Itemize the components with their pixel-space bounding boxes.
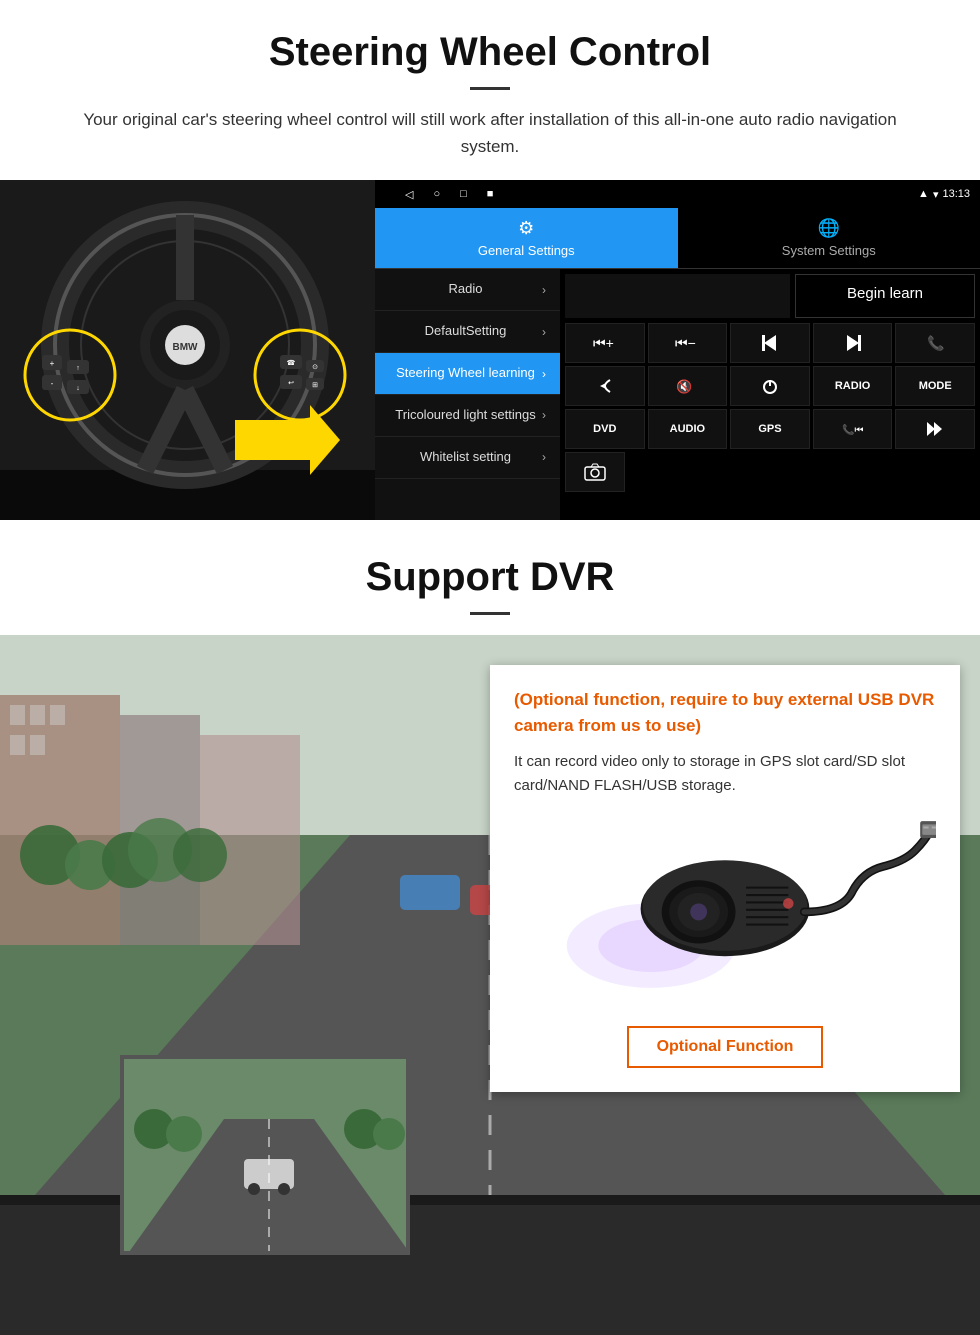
- page-title: Steering Wheel Control: [60, 30, 920, 75]
- svg-text:🔇: 🔇: [676, 379, 692, 394]
- globe-icon: 🌐: [818, 218, 840, 239]
- optional-text: (Optional function, require to buy exter…: [514, 687, 936, 738]
- placeholder-area: [565, 274, 790, 318]
- phone-prev-btn[interactable]: 📞⏮: [813, 409, 893, 449]
- signal-icon: ▲: [918, 188, 929, 200]
- android-panel: ◁ ○ □ ■ ▲ ▾ 13:13 ⚙ General Settings 🌐 S…: [375, 180, 980, 520]
- vol-up-btn[interactable]: ⏮+: [565, 323, 645, 363]
- prev-btn[interactable]: [730, 323, 810, 363]
- time-display: 13:13: [942, 188, 970, 200]
- menu-item-default-label: DefaultSetting: [389, 323, 542, 340]
- mode-btn[interactable]: MODE: [895, 366, 975, 406]
- gear-icon: ⚙: [518, 218, 534, 239]
- status-icons: ▲ ▾ 13:13: [918, 188, 970, 201]
- steering-section: BMW + - ↑ ↓ ☎ ↩ ⊙ ⊞: [0, 180, 980, 520]
- settings-menu: Radio › DefaultSetting › Steering Wheel …: [375, 269, 560, 520]
- menu-btn[interactable]: ■: [487, 188, 494, 200]
- menu-item-light[interactable]: Tricoloured light settings ›: [375, 395, 560, 437]
- begin-learn-button[interactable]: Begin learn: [795, 274, 975, 318]
- power-btn[interactable]: [730, 366, 810, 406]
- next-next-btn[interactable]: [895, 409, 975, 449]
- svg-text:BMW: BMW: [173, 342, 199, 353]
- dvr-section: Support DVR: [0, 520, 980, 1335]
- optional-btn-area: Optional Function: [514, 1014, 936, 1068]
- steering-wheel-image: BMW + - ↑ ↓ ☎ ↩ ⊙ ⊞: [0, 180, 375, 520]
- chevron-right-icon-3: ›: [542, 367, 546, 381]
- vol-down-btn[interactable]: ⏮−: [648, 323, 728, 363]
- menu-item-whitelist-label: Whitelist setting: [389, 449, 542, 466]
- home-btn[interactable]: ○: [433, 188, 440, 200]
- svg-text:⊞: ⊞: [312, 382, 318, 389]
- controls-row-1: ⏮+ ⏮− 📞: [565, 323, 975, 363]
- dvd-btn[interactable]: DVD: [565, 409, 645, 449]
- right-controls: Begin learn ⏮+ ⏮−: [560, 269, 980, 520]
- info-description: It can record video only to storage in G…: [514, 750, 936, 798]
- header-section: Steering Wheel Control Your original car…: [0, 0, 980, 180]
- phone-btn[interactable]: 📞: [895, 323, 975, 363]
- info-card: (Optional function, require to buy exter…: [490, 665, 960, 1092]
- tab-system-settings[interactable]: 🌐 System Settings: [678, 208, 980, 268]
- svg-text:↓: ↓: [76, 385, 80, 392]
- dvr-title-area: Support DVR: [0, 520, 980, 635]
- svg-text:-: -: [51, 379, 54, 388]
- nav-bar: ◁ ○ □ ■: [385, 180, 513, 208]
- audio-btn[interactable]: AUDIO: [648, 409, 728, 449]
- svg-text:⊙: ⊙: [312, 364, 318, 371]
- dvr-divider: [470, 612, 510, 615]
- svg-text:📞⏮: 📞⏮: [842, 423, 863, 436]
- chevron-right-icon-4: ›: [542, 408, 546, 422]
- chevron-right-icon: ›: [542, 283, 546, 297]
- menu-item-steering-label: Steering Wheel learning: [389, 365, 542, 382]
- tab-general-label: General Settings: [478, 243, 575, 258]
- menu-item-whitelist[interactable]: Whitelist setting ›: [375, 437, 560, 479]
- svg-text:⏮−: ⏮−: [675, 335, 696, 351]
- dvr-background: (Optional function, require to buy exter…: [0, 635, 980, 1335]
- optional-function-button[interactable]: Optional Function: [627, 1026, 824, 1068]
- tab-system-label: System Settings: [782, 243, 876, 258]
- title-divider: [470, 87, 510, 90]
- camera-btn[interactable]: [565, 452, 625, 492]
- back-btn[interactable]: ◁: [405, 188, 413, 201]
- menu-item-steering[interactable]: Steering Wheel learning ›: [375, 353, 560, 395]
- svg-text:↩: ↩: [288, 380, 294, 387]
- mute-btn[interactable]: 🔇: [648, 366, 728, 406]
- settings-tabs: ⚙ General Settings 🌐 System Settings: [375, 208, 980, 269]
- next-btn[interactable]: [813, 323, 893, 363]
- status-bar: ◁ ○ □ ■ ▲ ▾ 13:13: [375, 180, 980, 208]
- svg-text:↑: ↑: [76, 365, 80, 372]
- chevron-right-icon-5: ›: [542, 450, 546, 464]
- subtitle-text: Your original car's steering wheel contr…: [80, 106, 900, 160]
- menu-item-light-label: Tricoloured light settings: [389, 407, 542, 424]
- controls-row-3: DVD AUDIO GPS 📞⏮: [565, 409, 975, 449]
- dvr-device-area: [514, 814, 936, 1014]
- menu-item-radio-label: Radio: [389, 281, 542, 298]
- svg-text:📞: 📞: [927, 334, 945, 352]
- camera-preview: [120, 1055, 410, 1255]
- back-media-btn[interactable]: [565, 366, 645, 406]
- svg-text:⏮+: ⏮+: [593, 335, 614, 351]
- menu-item-radio[interactable]: Radio ›: [375, 269, 560, 311]
- tab-general-settings[interactable]: ⚙ General Settings: [375, 208, 678, 268]
- begin-learn-row: Begin learn: [565, 274, 975, 318]
- dvr-title: Support DVR: [60, 555, 920, 600]
- menu-item-default[interactable]: DefaultSetting ›: [375, 311, 560, 353]
- svg-text:☎: ☎: [287, 359, 296, 367]
- recents-btn[interactable]: □: [460, 188, 467, 200]
- svg-text:+: +: [50, 359, 55, 368]
- menu-controls-area: Radio › DefaultSetting › Steering Wheel …: [375, 269, 980, 520]
- radio-btn[interactable]: RADIO: [813, 366, 893, 406]
- wifi-icon: ▾: [933, 188, 939, 201]
- controls-row-4: [565, 452, 975, 492]
- controls-row-2: 🔇 RADIO MODE: [565, 366, 975, 406]
- gps-btn[interactable]: GPS: [730, 409, 810, 449]
- chevron-right-icon-2: ›: [542, 325, 546, 339]
